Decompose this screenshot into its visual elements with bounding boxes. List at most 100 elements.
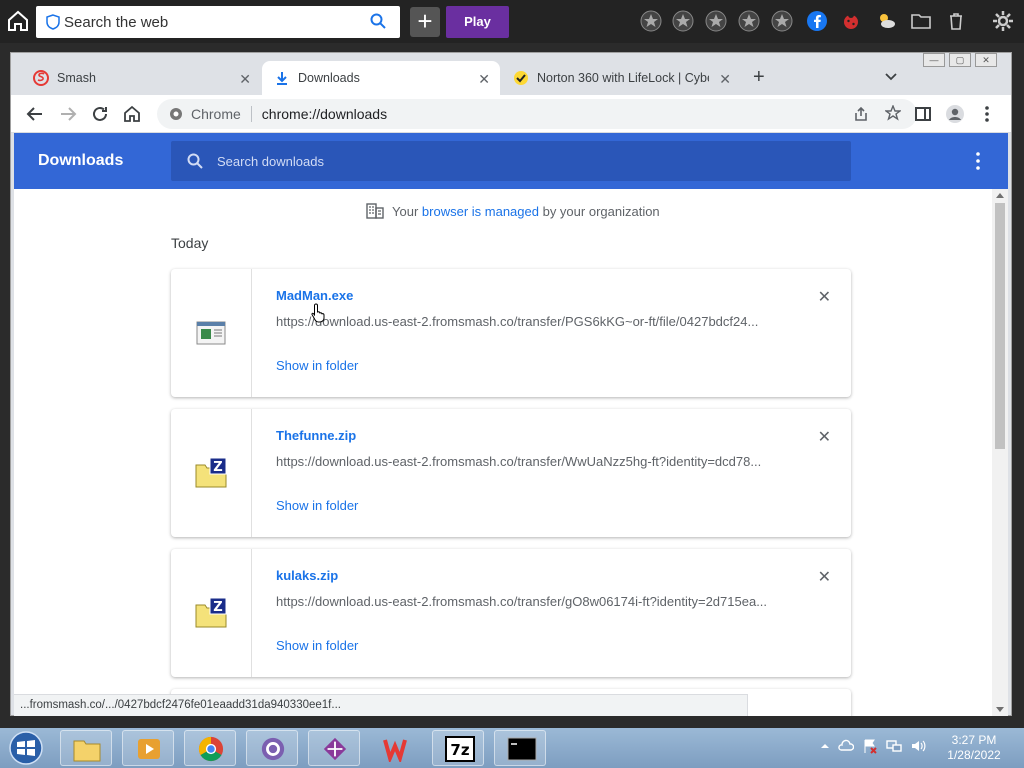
remove-item-button[interactable]: ✕ bbox=[818, 427, 831, 447]
maximize-button[interactable]: ▢ bbox=[949, 53, 971, 67]
page-title: Downloads bbox=[38, 152, 124, 169]
share-icon[interactable] bbox=[853, 106, 869, 122]
compass-app-icon bbox=[323, 737, 347, 761]
menu-kebab-icon[interactable] bbox=[977, 104, 997, 124]
star-icon[interactable] bbox=[672, 10, 694, 32]
facebook-icon[interactable] bbox=[806, 10, 828, 32]
scheme-label: Chrome bbox=[191, 106, 241, 122]
back-icon[interactable] bbox=[25, 104, 45, 124]
browser-toolbar: Chrome chrome://downloads bbox=[11, 95, 1011, 133]
command-prompt-icon bbox=[507, 737, 537, 761]
svg-text:7z: 7z bbox=[450, 741, 469, 759]
taskbar-app[interactable] bbox=[246, 730, 298, 766]
profile-icon[interactable] bbox=[945, 104, 965, 124]
star-icon[interactable] bbox=[738, 10, 760, 32]
circle-app-icon bbox=[261, 737, 285, 761]
tab-smash[interactable]: Smash ✕ bbox=[25, 61, 261, 95]
more-options-icon[interactable] bbox=[976, 151, 980, 171]
download-item: Z kulaks.zip https://download.us-east-2.… bbox=[171, 549, 851, 677]
gear-icon[interactable] bbox=[992, 10, 1014, 32]
weather-icon[interactable] bbox=[875, 10, 897, 32]
reload-icon[interactable] bbox=[90, 104, 110, 124]
home-icon[interactable] bbox=[6, 9, 30, 33]
tab-downloads[interactable]: Downloads ✕ bbox=[262, 61, 500, 95]
show-in-folder-link[interactable]: Show in folder bbox=[276, 498, 358, 513]
scroll-down-icon[interactable] bbox=[996, 707, 1004, 713]
star-icon[interactable] bbox=[640, 10, 662, 32]
downloads-search-input[interactable] bbox=[217, 153, 797, 169]
clock[interactable]: 3:27 PM 1/28/2022 bbox=[946, 733, 1002, 763]
minimize-button[interactable]: — bbox=[923, 53, 945, 67]
file-icon-column: Z bbox=[171, 409, 252, 537]
tab-norton[interactable]: Norton 360 with LifeLock | Cyber ✕ bbox=[505, 61, 741, 95]
taskbar-chrome[interactable] bbox=[184, 730, 236, 766]
taskbar-explorer[interactable] bbox=[60, 730, 112, 766]
managed-suffix: by your organization bbox=[542, 203, 660, 219]
file-name-link[interactable]: Thefunne.zip bbox=[276, 428, 356, 443]
smash-logo-icon bbox=[33, 70, 49, 86]
downloads-search[interactable] bbox=[171, 141, 851, 181]
tab-strip: Smash ✕ Downloads ✕ Norton 360 with Life… bbox=[11, 53, 1011, 95]
folder-icon bbox=[73, 740, 101, 762]
address-bar[interactable]: Chrome chrome://downloads bbox=[157, 99, 917, 129]
download-icon bbox=[277, 72, 287, 85]
browser-window: Smash ✕ Downloads ✕ Norton 360 with Life… bbox=[10, 52, 1012, 716]
taskbar-wps[interactable] bbox=[370, 730, 422, 766]
folder-icon[interactable] bbox=[910, 10, 932, 32]
taskbar-7zip[interactable]: 7z bbox=[432, 730, 484, 766]
chrome-logo-icon bbox=[170, 108, 182, 120]
remove-item-button[interactable]: ✕ bbox=[818, 287, 831, 307]
scroll-up-icon[interactable] bbox=[996, 192, 1004, 198]
file-url-link[interactable]: https://download.us-east-2.fromsmash.co/… bbox=[276, 314, 776, 329]
search-icon[interactable] bbox=[370, 13, 386, 29]
windows-start-icon[interactable] bbox=[6, 730, 46, 766]
exe-file-icon bbox=[196, 321, 226, 345]
taskbar-media-player[interactable] bbox=[122, 730, 174, 766]
close-icon[interactable]: ✕ bbox=[478, 71, 490, 88]
star-icon[interactable] bbox=[771, 10, 793, 32]
taskbar-app[interactable] bbox=[308, 730, 360, 766]
svg-text:Z: Z bbox=[213, 600, 222, 615]
clock-time: 3:27 PM bbox=[951, 733, 997, 747]
building-icon bbox=[366, 203, 384, 219]
close-icon[interactable]: ✕ bbox=[239, 71, 251, 88]
home-icon[interactable] bbox=[122, 104, 142, 124]
taskbar-cmd[interactable] bbox=[494, 730, 546, 766]
show-in-folder-link[interactable]: Show in folder bbox=[276, 358, 358, 373]
managed-link[interactable]: browser is managed bbox=[422, 204, 539, 219]
file-name-link[interactable]: kulaks.zip bbox=[276, 568, 338, 583]
status-bar-url: ...fromsmash.co/.../0427bdcf2476fe01eaad… bbox=[14, 694, 748, 716]
trash-icon[interactable] bbox=[945, 10, 967, 32]
close-window-button[interactable]: ✕ bbox=[975, 53, 997, 67]
ladybug-icon[interactable] bbox=[840, 10, 862, 32]
downloads-page: Downloads Your browser is managed by you… bbox=[14, 133, 1008, 716]
volume-icon[interactable] bbox=[910, 738, 926, 754]
file-name-link[interactable]: MadMan.exe bbox=[276, 288, 353, 303]
forward-icon[interactable] bbox=[58, 104, 78, 124]
media-player-icon bbox=[138, 739, 160, 759]
new-tab-button[interactable]: + bbox=[753, 67, 765, 87]
web-search-box[interactable]: Search the web bbox=[36, 6, 400, 38]
network-icon[interactable] bbox=[886, 738, 902, 754]
side-panel-icon[interactable] bbox=[913, 104, 933, 124]
taskbar: 7z 3:27 PM 1/28/2022 bbox=[0, 728, 1024, 768]
url-text[interactable]: chrome://downloads bbox=[262, 106, 387, 122]
play-button[interactable]: Play bbox=[446, 6, 509, 38]
norton-check-icon bbox=[514, 71, 528, 85]
tray-arrow-icon[interactable] bbox=[820, 738, 830, 754]
page-scrollbar[interactable] bbox=[992, 189, 1008, 716]
web-search-input[interactable]: Search the web bbox=[64, 14, 168, 31]
flag-alert-icon[interactable] bbox=[862, 738, 878, 754]
scrollbar-thumb[interactable] bbox=[995, 203, 1005, 449]
file-url-link[interactable]: https://download.us-east-2.fromsmash.co/… bbox=[276, 594, 776, 609]
bookmark-star-icon[interactable] bbox=[885, 105, 901, 121]
show-in-folder-link[interactable]: Show in folder bbox=[276, 638, 358, 653]
remove-item-button[interactable]: ✕ bbox=[818, 567, 831, 587]
star-icon[interactable] bbox=[705, 10, 727, 32]
add-button[interactable]: + bbox=[410, 7, 440, 37]
cloud-sync-icon[interactable] bbox=[838, 738, 854, 754]
file-url-link[interactable]: https://download.us-east-2.fromsmash.co/… bbox=[276, 454, 776, 469]
search-icon bbox=[187, 153, 203, 169]
close-icon[interactable]: ✕ bbox=[719, 71, 731, 88]
chevron-down-icon[interactable] bbox=[885, 73, 897, 81]
